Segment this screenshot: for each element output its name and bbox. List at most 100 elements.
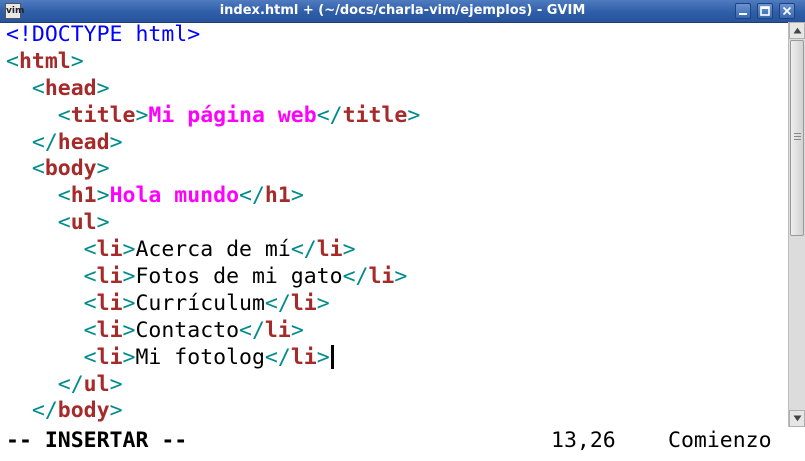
code-line[interactable]: </ul> bbox=[0, 372, 788, 399]
tag-bracket: </ bbox=[264, 344, 291, 370]
text-content: Acerca de mí bbox=[135, 237, 291, 263]
scroll-down-button[interactable] bbox=[789, 410, 805, 427]
scrollbar-thumb[interactable] bbox=[790, 40, 804, 236]
tag-bracket: < bbox=[31, 156, 45, 182]
tag-name: body bbox=[57, 398, 110, 424]
tag-name: li bbox=[96, 290, 123, 316]
tag-bracket: > bbox=[122, 344, 136, 370]
mode-indicator: -- INSERTAR -- bbox=[6, 428, 188, 453]
text-content bbox=[6, 291, 84, 316]
tag-bracket: > bbox=[122, 264, 136, 290]
code-line[interactable]: <html> bbox=[0, 49, 788, 76]
code-line[interactable]: </head> bbox=[0, 130, 788, 157]
tag-bracket: </ bbox=[342, 264, 369, 290]
tag-bracket: < bbox=[6, 48, 19, 74]
tag-bracket: > bbox=[122, 317, 136, 343]
code-line[interactable]: </body> bbox=[0, 398, 788, 425]
tag-bracket: </ bbox=[31, 398, 58, 424]
doctype-declaration: <!DOCTYPE html> bbox=[6, 22, 201, 47]
tag-bracket: < bbox=[83, 317, 97, 343]
code-line[interactable]: <li>Currículum</li> bbox=[0, 291, 788, 318]
tag-bracket: > bbox=[109, 371, 123, 397]
thumb-grip bbox=[794, 139, 801, 140]
tag-bracket: > bbox=[135, 102, 149, 128]
minimize-icon bbox=[739, 13, 747, 15]
code-line[interactable]: <li>Mi fotolog</li> bbox=[0, 344, 788, 372]
tag-bracket: > bbox=[96, 156, 110, 182]
maximize-icon bbox=[760, 6, 770, 16]
scroll-up-button[interactable] bbox=[789, 22, 805, 39]
tag-bracket: > bbox=[109, 398, 123, 424]
tag-bracket: > bbox=[342, 237, 356, 263]
tag-name: body bbox=[44, 156, 97, 182]
text-content bbox=[6, 398, 32, 423]
code-line[interactable]: <li>Contacto</li> bbox=[0, 318, 788, 345]
title-text: Mi página web bbox=[148, 102, 317, 128]
text-content bbox=[6, 372, 58, 397]
tag-bracket: > bbox=[122, 290, 136, 316]
tag-bracket: </ bbox=[290, 237, 317, 263]
tag-bracket: > bbox=[407, 102, 421, 128]
minimize-button[interactable] bbox=[735, 3, 751, 19]
text-cursor bbox=[330, 344, 334, 369]
tag-bracket: > bbox=[290, 183, 304, 209]
tag-name: li bbox=[290, 344, 317, 370]
tag-bracket: < bbox=[57, 183, 71, 209]
code-line[interactable]: <!DOCTYPE html> bbox=[0, 22, 788, 49]
code-line[interactable]: <title>Mi página web</title> bbox=[0, 103, 788, 130]
text-content bbox=[6, 76, 32, 101]
code-line[interactable]: <li>Fotos de mi gato</li> bbox=[0, 264, 788, 291]
tag-name: h1 bbox=[264, 183, 291, 209]
tag-name: title bbox=[70, 102, 136, 128]
tag-name: li bbox=[96, 237, 123, 263]
tag-bracket: > bbox=[316, 344, 330, 370]
tag-bracket: < bbox=[83, 344, 97, 370]
text-content: Mi fotolog bbox=[135, 344, 265, 370]
tag-bracket: > bbox=[122, 237, 136, 263]
title-text: Hola mundo bbox=[109, 183, 240, 209]
tag-name: html bbox=[18, 48, 71, 74]
tag-name: head bbox=[44, 75, 97, 101]
tag-bracket: < bbox=[57, 102, 71, 128]
gvim-window: vim index.html + (~/docs/charla-vim/ejem… bbox=[0, 0, 805, 461]
arrow-down-icon bbox=[793, 415, 802, 422]
code-line[interactable]: <h1>Hola mundo</h1> bbox=[0, 183, 788, 210]
editor-text-area[interactable]: <!DOCTYPE html> <html> <head> <title>Mi p… bbox=[0, 22, 788, 427]
tag-name: head bbox=[57, 129, 110, 155]
tag-bracket: < bbox=[31, 75, 45, 101]
tag-bracket: </ bbox=[31, 129, 58, 155]
code-line[interactable]: <head> bbox=[0, 76, 788, 103]
title-bar[interactable]: vim index.html + (~/docs/charla-vim/ejem… bbox=[0, 0, 805, 23]
tag-name: ul bbox=[70, 210, 97, 236]
scroll-position: Comienzo bbox=[668, 428, 772, 453]
text-content bbox=[6, 103, 58, 128]
status-line: -- INSERTAR -- 13,26 Comienzo bbox=[0, 427, 805, 461]
tag-name: li bbox=[316, 237, 343, 263]
tag-bracket: > bbox=[70, 48, 84, 74]
tag-bracket: < bbox=[83, 237, 97, 263]
text-content bbox=[6, 210, 58, 235]
tag-bracket: > bbox=[290, 317, 304, 343]
cursor-position: 13,26 bbox=[551, 428, 616, 453]
tag-bracket: </ bbox=[57, 371, 84, 397]
text-content: Fotos de mi gato bbox=[135, 264, 343, 290]
tag-bracket: < bbox=[57, 210, 71, 236]
tag-name: li bbox=[96, 344, 123, 370]
text-content bbox=[6, 318, 84, 343]
vertical-scrollbar[interactable] bbox=[788, 22, 805, 427]
text-content bbox=[6, 237, 84, 262]
tag-bracket: </ bbox=[264, 290, 291, 316]
close-icon bbox=[782, 6, 792, 16]
maximize-button[interactable] bbox=[757, 3, 773, 19]
tag-bracket: </ bbox=[239, 317, 265, 343]
tag-name: li bbox=[264, 317, 291, 343]
code-line[interactable]: <ul> bbox=[0, 210, 788, 237]
tag-bracket: > bbox=[96, 183, 110, 209]
tag-name: li bbox=[96, 317, 123, 343]
code-line[interactable]: <li>Acerca de mí</li> bbox=[0, 237, 788, 264]
tag-bracket: < bbox=[83, 290, 97, 316]
close-button[interactable] bbox=[779, 3, 795, 19]
tag-bracket: > bbox=[96, 75, 110, 101]
code-line[interactable]: <body> bbox=[0, 156, 788, 183]
tag-name: li bbox=[96, 264, 123, 290]
